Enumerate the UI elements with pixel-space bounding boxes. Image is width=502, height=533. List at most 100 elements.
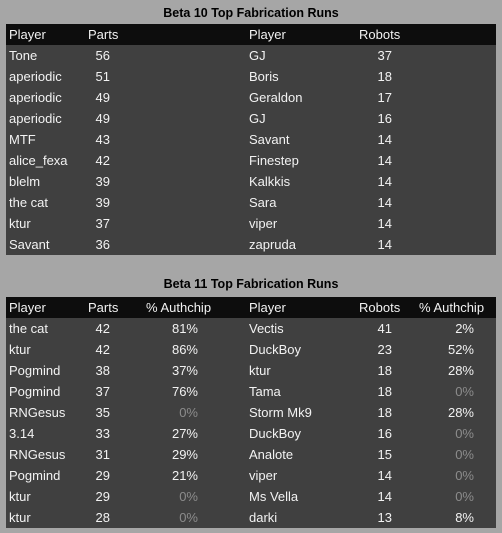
player2-cell: Kalkkis (249, 174, 291, 189)
authchip-cell: 0% (179, 405, 198, 420)
player-cell: Pogmind (9, 363, 61, 378)
player-cell: Savant (9, 237, 50, 252)
parts-cell: 49 (95, 90, 110, 105)
robots-cell: 18 (377, 384, 392, 399)
authchip-cell: 0% (179, 510, 198, 525)
authchip2-cell: 2% (455, 321, 474, 336)
player2-cell: DuckBoy (249, 342, 302, 357)
parts-cell: 29 (95, 489, 110, 504)
robots-cell: 14 (377, 174, 392, 189)
authchip-cell: 29% (171, 447, 198, 462)
header-player2: Player (249, 300, 286, 315)
player2-cell: viper (249, 468, 278, 483)
header-robots: Robots (359, 27, 401, 42)
table-row: MTF 43 Savant 14 (6, 129, 496, 150)
player2-cell: Storm Mk9 (249, 405, 312, 420)
robots-cell: 14 (377, 468, 392, 483)
table-row: blelm 39 Kalkkis 14 (6, 171, 496, 192)
player-cell: the cat (9, 321, 49, 336)
player-cell: ktur (9, 216, 31, 231)
header-robots: Robots (359, 300, 401, 315)
authchip2-cell: 0% (455, 468, 474, 483)
player-cell: Tone (9, 48, 38, 63)
table-row: the cat 42 81% Vectis 41 2% (6, 318, 496, 339)
authchip2-cell: 52% (447, 342, 474, 357)
robots-cell: 18 (377, 363, 392, 378)
player2-cell: Sara (249, 195, 277, 210)
beta11-header-row: Player Parts % Authchip Player Robots % … (6, 297, 496, 318)
parts-cell: 33 (95, 426, 110, 441)
header-authchip: % Authchip (146, 300, 212, 315)
table-row: alice_fexa 42 Finestep 14 (6, 150, 496, 171)
table-row: ktur 37 viper 14 (6, 213, 496, 234)
authchip-cell: 37% (171, 363, 198, 378)
table-row: aperiodic 51 Boris 18 (6, 66, 496, 87)
authchip2-cell: 0% (455, 489, 474, 504)
player-cell: ktur (9, 342, 31, 357)
table-row: ktur 29 0% Ms Vella 14 0% (6, 486, 496, 507)
player-cell: ktur (9, 510, 31, 525)
beta11-table: Player Parts % Authchip Player Robots % … (6, 297, 496, 528)
authchip2-cell: 0% (455, 426, 474, 441)
table-row: Pogmind 37 76% Tama 18 0% (6, 381, 496, 402)
player-cell: Pogmind (9, 468, 61, 483)
player-cell: alice_fexa (9, 153, 68, 168)
authchip2-cell: 28% (447, 363, 474, 378)
player2-cell: Ms Vella (249, 489, 299, 504)
robots-cell: 16 (377, 426, 392, 441)
authchip-cell: 76% (171, 384, 198, 399)
player-cell: ktur (9, 489, 31, 504)
parts-cell: 37 (95, 384, 110, 399)
parts-cell: 39 (95, 195, 110, 210)
player2-cell: GJ (249, 111, 266, 126)
authchip-cell: 21% (171, 468, 198, 483)
authchip2-cell: 28% (447, 405, 474, 420)
table-row: Pogmind 29 21% viper 14 0% (6, 465, 496, 486)
player2-cell: zapruda (249, 237, 296, 252)
header-player2: Player (249, 27, 286, 42)
parts-cell: 29 (95, 468, 110, 483)
robots-cell: 15 (377, 447, 392, 462)
player2-cell: Analote (249, 447, 294, 462)
player-cell: 3.14 (9, 426, 35, 441)
player2-cell: Geraldon (249, 90, 303, 105)
player2-cell: ktur (249, 363, 271, 378)
robots-cell: 41 (377, 321, 392, 336)
authchip-cell: 27% (171, 426, 198, 441)
player-cell: Pogmind (9, 384, 61, 399)
authchip2-cell: 8% (455, 510, 474, 525)
parts-cell: 51 (95, 69, 110, 84)
player-cell: aperiodic (9, 69, 62, 84)
beta10-header-row: Player Parts Player Robots (6, 24, 496, 45)
robots-cell: 14 (377, 153, 392, 168)
player2-cell: Boris (249, 69, 279, 84)
parts-cell: 37 (95, 216, 110, 231)
robots-cell: 18 (377, 405, 392, 420)
header-parts: Parts (88, 300, 119, 315)
parts-cell: 38 (95, 363, 110, 378)
robots-cell: 14 (377, 237, 392, 252)
player2-cell: Savant (249, 132, 290, 147)
player2-cell: GJ (249, 48, 266, 63)
robots-cell: 37 (377, 48, 392, 63)
parts-cell: 36 (95, 237, 110, 252)
parts-cell: 31 (95, 447, 110, 462)
header-authchip2: % Authchip (419, 300, 485, 315)
parts-cell: 28 (95, 510, 110, 525)
robots-cell: 14 (377, 132, 392, 147)
player-cell: aperiodic (9, 111, 62, 126)
table-row: Savant 36 zapruda 14 (6, 234, 496, 255)
table-row: aperiodic 49 Geraldon 17 (6, 87, 496, 108)
table-row: Tone 56 GJ 37 (6, 45, 496, 66)
table-row: aperiodic 49 GJ 16 (6, 108, 496, 129)
authchip-cell: 0% (179, 489, 198, 504)
player2-cell: Finestep (249, 153, 299, 168)
parts-cell: 42 (95, 153, 110, 168)
robots-cell: 14 (377, 195, 392, 210)
table-row: 3.14 33 27% DuckBoy 16 0% (6, 423, 496, 444)
player-cell: RNGesus (9, 447, 66, 462)
parts-cell: 39 (95, 174, 110, 189)
robots-cell: 16 (377, 111, 392, 126)
parts-cell: 42 (95, 321, 110, 336)
authchip2-cell: 0% (455, 384, 474, 399)
